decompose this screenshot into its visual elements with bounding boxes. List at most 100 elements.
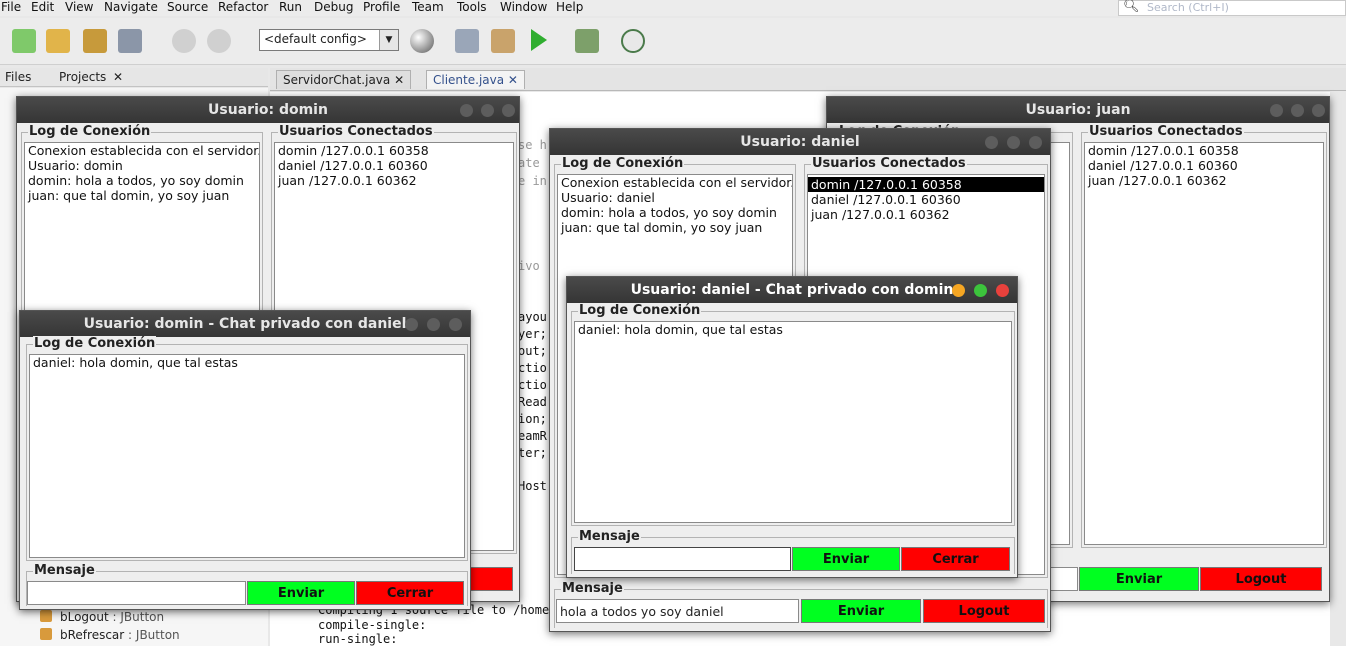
debug-icon[interactable] bbox=[575, 29, 599, 53]
menu-refactor[interactable]: Refactor bbox=[218, 0, 268, 15]
list-item[interactable]: daniel /127.0.0.1 60360 bbox=[1085, 158, 1323, 173]
close-icon[interactable] bbox=[502, 104, 515, 117]
search-placeholder: Search (Ctrl+I) bbox=[1147, 1, 1229, 14]
menu-profile[interactable]: Profile bbox=[363, 0, 400, 15]
menu-view[interactable]: View bbox=[65, 0, 93, 15]
window-domin-private: Usuario: domin - Chat privado con daniel… bbox=[19, 310, 471, 610]
message-input[interactable]: hola a todos yo soy daniel bbox=[556, 599, 799, 623]
code-fragment: ate bbox=[518, 156, 540, 170]
ide-search-box[interactable]: 🔍︎ Search (Ctrl+I) bbox=[1118, 0, 1346, 16]
tree-item[interactable]: bLogout : JButton bbox=[40, 610, 164, 624]
minimize-icon[interactable] bbox=[985, 136, 998, 149]
list-item[interactable]: domin /127.0.0.1 60358 bbox=[1085, 143, 1323, 158]
open-project-icon[interactable] bbox=[83, 29, 107, 53]
list-item[interactable]: daniel /127.0.0.1 60360 bbox=[808, 192, 1044, 207]
code-fragment: out; bbox=[518, 344, 547, 358]
list-item[interactable]: juan /127.0.0.1 60362 bbox=[275, 173, 513, 188]
send-button[interactable]: Enviar bbox=[801, 599, 921, 623]
log-area[interactable]: daniel: hola domin, que tal estas bbox=[574, 321, 1012, 523]
tree-item[interactable]: bRefrescar : JButton bbox=[40, 628, 180, 642]
users-list[interactable]: domin /127.0.0.1 60358 daniel /127.0.0.1… bbox=[1084, 142, 1324, 545]
maximize-icon[interactable] bbox=[974, 284, 987, 297]
search-icon: 🔍︎ bbox=[1123, 0, 1140, 14]
close-icon[interactable] bbox=[996, 284, 1009, 297]
message-label: Mensaje bbox=[561, 581, 624, 597]
undo-icon[interactable] bbox=[172, 29, 196, 53]
log-area[interactable]: daniel: hola domin, que tal estas bbox=[29, 354, 465, 558]
config-value: <default config> bbox=[264, 32, 367, 46]
redo-icon[interactable] bbox=[207, 29, 231, 53]
menu-edit[interactable]: Edit bbox=[31, 0, 54, 15]
send-button[interactable]: Enviar bbox=[1079, 567, 1199, 591]
menu-help[interactable]: Help bbox=[556, 0, 583, 15]
logout-button[interactable]: Logout bbox=[923, 599, 1045, 623]
tab-projects[interactable]: Projects bbox=[59, 70, 106, 84]
maximize-icon[interactable] bbox=[1007, 136, 1020, 149]
log-line: Usuario: domin bbox=[28, 158, 123, 173]
menu-source[interactable]: Source bbox=[167, 0, 208, 15]
new-file-icon[interactable] bbox=[12, 29, 36, 53]
message-input[interactable] bbox=[574, 547, 791, 571]
clean-build-icon[interactable] bbox=[491, 29, 515, 53]
window-title[interactable]: Usuario: juan bbox=[827, 97, 1329, 123]
close-icon[interactable]: ✕ bbox=[113, 70, 123, 84]
window-title[interactable]: Usuario: domin - Chat privado con daniel bbox=[20, 311, 470, 337]
close-icon[interactable] bbox=[1312, 104, 1325, 117]
tree-item-name: bRefrescar bbox=[60, 628, 125, 642]
new-project-icon[interactable] bbox=[46, 29, 70, 53]
users-group: Usuarios Conectados domin /127.0.0.1 603… bbox=[1081, 124, 1327, 548]
users-label: Usuarios Conectados bbox=[1088, 124, 1244, 140]
message-label: Mensaje bbox=[33, 563, 96, 579]
minimize-icon[interactable] bbox=[952, 284, 965, 297]
close-button[interactable]: Cerrar bbox=[356, 581, 464, 605]
menu-tools[interactable]: Tools bbox=[457, 0, 487, 15]
list-item[interactable]: juan /127.0.0.1 60362 bbox=[1085, 173, 1323, 188]
code-fragment: ctio bbox=[518, 361, 547, 375]
tab-cliente[interactable]: Cliente.java ✕ bbox=[426, 70, 525, 89]
menu-debug[interactable]: Debug bbox=[314, 0, 353, 15]
run-icon[interactable] bbox=[531, 29, 547, 51]
log-line: Conexion establecida con el servidor. bbox=[561, 175, 793, 190]
logout-button[interactable] bbox=[465, 567, 513, 591]
minimize-icon[interactable] bbox=[1270, 104, 1283, 117]
maximize-icon[interactable] bbox=[481, 104, 494, 117]
maximize-icon[interactable] bbox=[427, 318, 440, 331]
save-all-icon[interactable] bbox=[118, 29, 142, 53]
message-input[interactable] bbox=[1047, 567, 1078, 591]
send-button[interactable]: Enviar bbox=[792, 547, 900, 571]
menu-file[interactable]: File bbox=[1, 0, 21, 15]
window-title[interactable]: Usuario: domin bbox=[17, 97, 519, 123]
minimize-icon[interactable] bbox=[460, 104, 473, 117]
minimize-icon[interactable] bbox=[405, 318, 418, 331]
globe-icon[interactable] bbox=[410, 29, 434, 53]
list-item[interactable]: juan /127.0.0.1 60362 bbox=[808, 207, 1044, 222]
message-input[interactable] bbox=[27, 581, 246, 605]
list-item-selected[interactable]: domin /127.0.0.1 60358 bbox=[808, 177, 1044, 192]
window-title[interactable]: Usuario: daniel bbox=[550, 129, 1050, 155]
menu-run[interactable]: Run bbox=[279, 0, 302, 15]
log-line: domin: hola a todos, yo soy domin bbox=[561, 205, 777, 220]
window-title[interactable]: Usuario: daniel - Chat privado con domin bbox=[567, 277, 1017, 303]
tab-servidorchat[interactable]: ServidorChat.java ✕ bbox=[276, 70, 412, 89]
code-fragment: Read bbox=[518, 395, 547, 409]
profile-icon[interactable] bbox=[621, 29, 645, 53]
close-button[interactable]: Cerrar bbox=[901, 547, 1010, 571]
config-select[interactable]: <default config> ▼ bbox=[259, 29, 399, 51]
menu-team[interactable]: Team bbox=[412, 0, 444, 15]
send-button[interactable]: Enviar bbox=[247, 581, 355, 605]
tree-item-type: : JButton bbox=[128, 628, 180, 642]
logout-button[interactable]: Logout bbox=[1200, 567, 1322, 591]
log-label: Log de Conexión bbox=[28, 124, 152, 140]
maximize-icon[interactable] bbox=[1291, 104, 1304, 117]
chevron-down-icon[interactable]: ▼ bbox=[379, 30, 398, 50]
code-fragment: Host bbox=[518, 479, 547, 493]
close-icon[interactable] bbox=[449, 318, 462, 331]
tab-files[interactable]: Files bbox=[5, 70, 31, 84]
menu-window[interactable]: Window bbox=[500, 0, 547, 15]
build-hammer-icon[interactable] bbox=[455, 29, 479, 53]
menu-navigate[interactable]: Navigate bbox=[104, 0, 158, 15]
list-item[interactable]: daniel /127.0.0.1 60360 bbox=[275, 158, 513, 173]
close-icon[interactable] bbox=[1029, 136, 1042, 149]
output-line: compile-single: bbox=[318, 618, 427, 632]
list-item[interactable]: domin /127.0.0.1 60358 bbox=[275, 143, 513, 158]
